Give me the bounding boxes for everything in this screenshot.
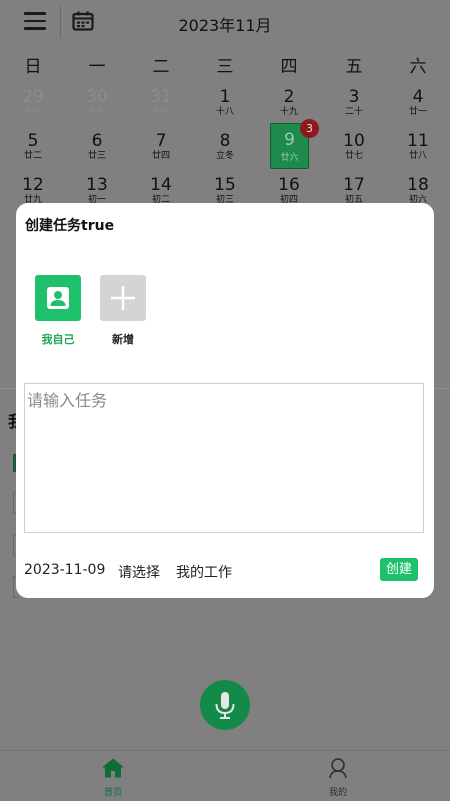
calendar-day[interactable]: 14 初二: [141, 175, 181, 205]
add-assignee-label: 新增: [112, 333, 134, 346]
calendar-day[interactable]: 30 十七: [77, 87, 117, 117]
assignee-self-label: 我自己: [41, 333, 75, 346]
weekday-mon: 一: [88, 57, 106, 77]
home-icon: [102, 758, 124, 778]
task-input[interactable]: [24, 383, 424, 533]
person-icon[interactable]: [35, 275, 81, 321]
tab-home[interactable]: 首页: [83, 757, 143, 798]
calendar-day[interactable]: 5 廿二: [13, 131, 53, 161]
calendar-day[interactable]: 2 十九: [269, 87, 309, 117]
weekday-fri: 五: [345, 57, 363, 77]
month-title[interactable]: 2023年11月: [0, 12, 450, 36]
tab-home-label: 首页: [103, 788, 122, 798]
calendar-day[interactable]: 31 十八: [141, 87, 181, 117]
calendar-day[interactable]: 10 廿七: [334, 131, 374, 161]
calendar-day[interactable]: 13 初一: [77, 175, 117, 205]
calendar-day[interactable]: 12 廿九: [13, 175, 53, 205]
assignee-self[interactable]: 我自己: [34, 275, 82, 347]
voice-input-button[interactable]: [200, 680, 250, 730]
plus-icon[interactable]: [100, 275, 146, 321]
weekday-header: 日 一 二 三 四 五 六: [0, 52, 450, 77]
calendar-day[interactable]: 8 立冬: [205, 131, 245, 161]
tab-mine[interactable]: 我的: [308, 757, 368, 798]
calendar-day[interactable]: 15 初三: [205, 175, 245, 205]
calendar-day[interactable]: 6 廿三: [77, 131, 117, 161]
user-icon: [329, 758, 347, 779]
calendar-day[interactable]: 16 初四: [269, 175, 309, 205]
tab-mine-label: 我的: [328, 788, 347, 798]
add-assignee-button[interactable]: 新增: [99, 275, 147, 347]
calendar-day[interactable]: 17 初五: [334, 175, 374, 205]
weekday-thu: 四: [280, 57, 298, 77]
task-count-badge: 3: [300, 119, 319, 138]
calendar-day[interactable]: 1 十八: [205, 87, 245, 117]
select-picker[interactable]: 请选择: [118, 562, 160, 582]
calendar-day[interactable]: 11 廿八: [398, 131, 438, 161]
weekday-sat: 六: [409, 57, 427, 77]
header: 2023年11月: [0, 0, 450, 44]
weekday-wed: 三: [216, 57, 234, 77]
dialog-title: 创建任务true: [25, 218, 115, 234]
create-button[interactable]: 创建: [380, 558, 418, 581]
microphone-icon: [215, 692, 235, 719]
calendar-day[interactable]: 29 十六: [13, 87, 53, 117]
category-picker[interactable]: 我的工作: [176, 562, 232, 582]
calendar-day[interactable]: 4 廿一: [398, 87, 438, 117]
weekday-tue: 二: [152, 57, 170, 77]
calendar-day[interactable]: 7 廿四: [141, 131, 181, 161]
create-task-dialog: 创建任务true 我自己 新增 2023-11-09 请选择 我的工作 创建: [16, 203, 434, 598]
calendar-day[interactable]: 3 二十: [334, 87, 374, 117]
bottom-tab-bar: 首页 我的: [0, 750, 450, 801]
calendar-day[interactable]: 18 初六: [398, 175, 438, 205]
weekday-sun: 日: [24, 57, 42, 77]
date-picker[interactable]: 2023-11-09: [24, 562, 105, 578]
